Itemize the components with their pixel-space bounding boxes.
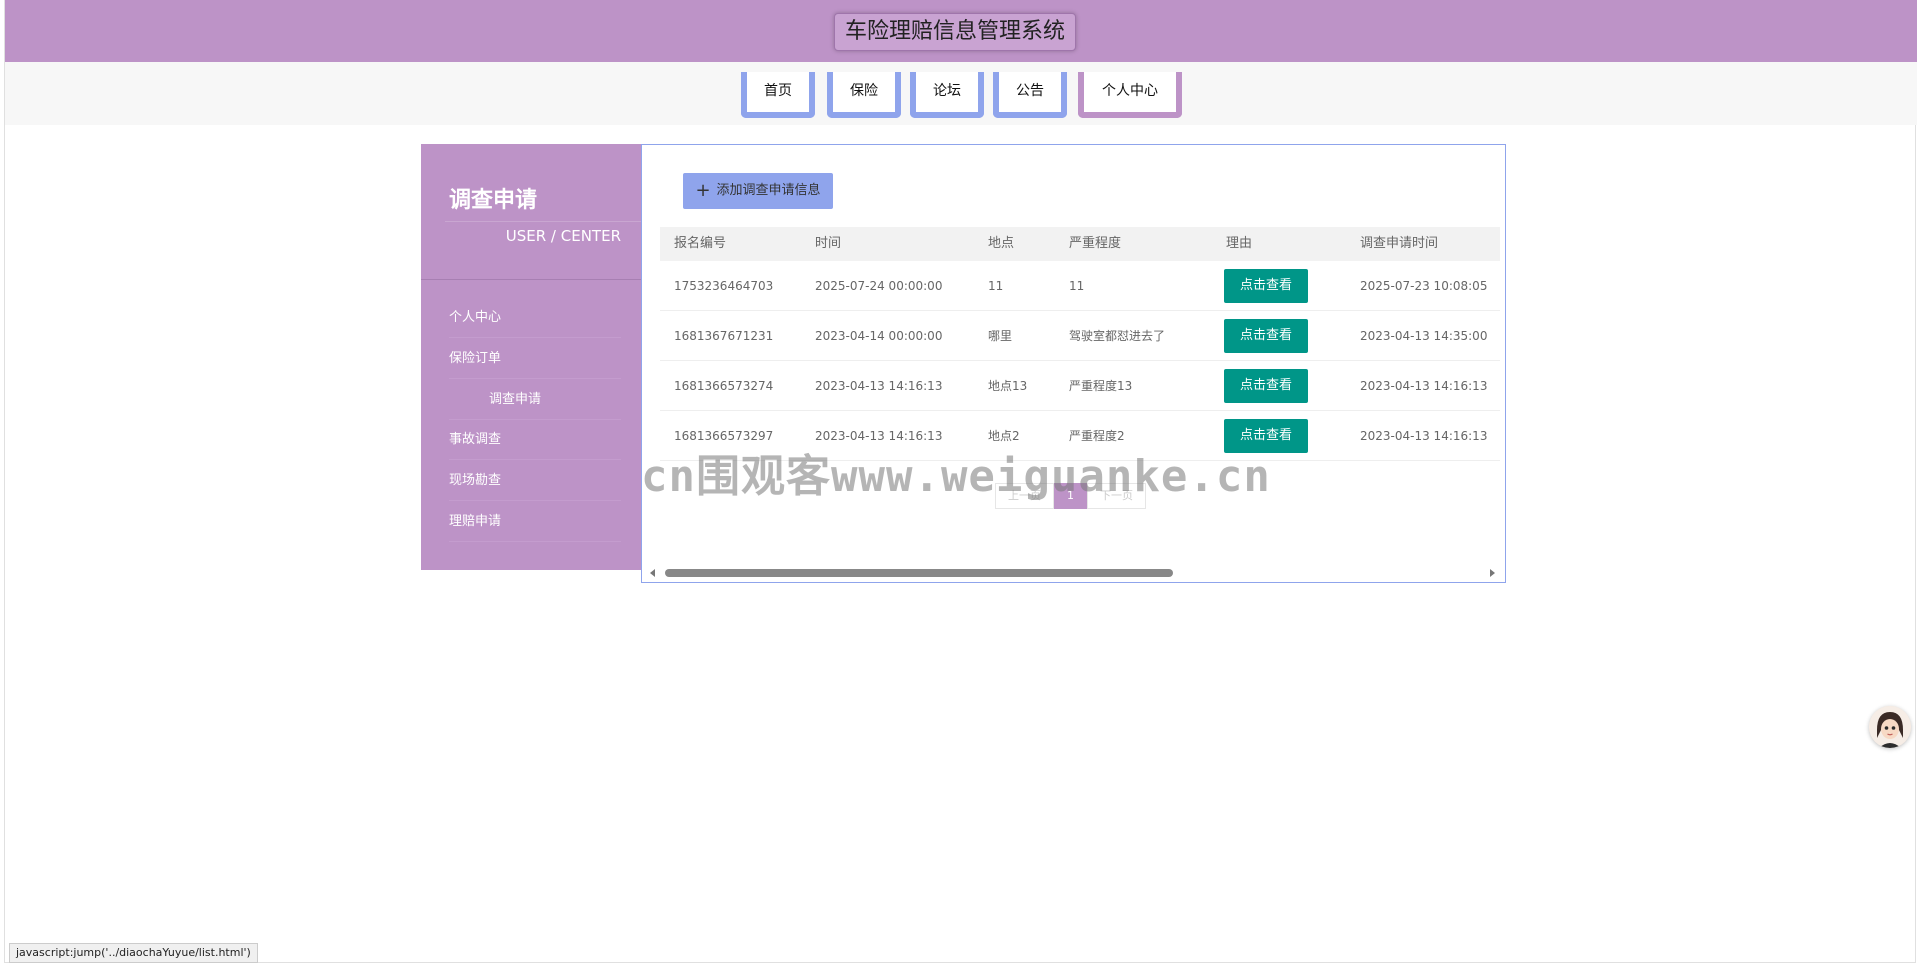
sidebar-item-investigation-apply[interactable]: 调查申请 <box>449 380 621 420</box>
table-header: 报名编号 时间 地点 严重程度 理由 调查申请时间 <box>660 227 1500 261</box>
cell-severity: 驾驶室都怼进去了 <box>1069 329 1166 343</box>
pagination: 上一页 1 下一页 <box>995 483 1146 509</box>
table-row: 1753236464703 2025-07-24 00:00:00 11 11 … <box>660 261 1500 311</box>
add-button-label: 添加调查申请信息 <box>716 183 821 198</box>
col-header-id: 报名编号 <box>674 236 727 251</box>
nav-item-personal-center[interactable]: 个人中心 <box>1078 72 1182 118</box>
sidebar-item-claim-apply[interactable]: 理赔申请 <box>449 502 621 542</box>
cell-apply-time: 2025-07-23 10:08:05 <box>1360 279 1488 293</box>
col-header-apply-time: 调查申请时间 <box>1360 236 1439 251</box>
nav-item-insurance[interactable]: 保险 <box>827 72 901 118</box>
cell-id: 1753236464703 <box>674 279 774 293</box>
table-row: 1681366573274 2023-04-13 14:16:13 地点13 严… <box>660 361 1500 411</box>
site-header: 车险理赔信息管理系统 <box>5 0 1917 62</box>
nav-item-forum[interactable]: 论坛 <box>910 72 984 118</box>
cell-id: 1681366573274 <box>674 379 774 393</box>
horizontal-scrollbar[interactable] <box>642 565 1505 582</box>
scrollbar-thumb[interactable] <box>665 569 1173 577</box>
view-reason-button[interactable]: 点击查看 <box>1224 369 1308 403</box>
cell-time: 2023-04-14 00:00:00 <box>815 329 943 343</box>
col-header-severity: 严重程度 <box>1069 236 1122 251</box>
cell-time: 2025-07-24 00:00:00 <box>815 279 943 293</box>
add-investigation-button[interactable]: + 添加调查申请信息 <box>683 173 833 209</box>
nav-item-home[interactable]: 首页 <box>741 72 815 118</box>
view-reason-button[interactable]: 点击查看 <box>1224 419 1308 453</box>
col-header-place: 地点 <box>988 236 1015 251</box>
next-page-button[interactable]: 下一页 <box>1087 483 1146 509</box>
sidebar-title: 调查申请 <box>449 188 538 213</box>
cell-severity: 严重程度13 <box>1069 379 1133 393</box>
sidebar-divider <box>421 279 641 280</box>
cell-apply-time: 2023-04-13 14:35:00 <box>1360 329 1488 343</box>
page-frame: 车险理赔信息管理系统 首页 保险 论坛 公告 个人中心 调查申请 USER / … <box>4 0 1917 963</box>
content-panel: + 添加调查申请信息 报名编号 时间 地点 严重程度 理由 调查申请时间 1753… <box>641 144 1506 583</box>
cell-id: 1681366573297 <box>674 429 774 443</box>
view-reason-button[interactable]: 点击查看 <box>1224 269 1308 303</box>
sidebar-item-site-survey[interactable]: 现场勘查 <box>449 461 621 501</box>
scroll-right-arrow-icon[interactable] <box>1490 569 1495 577</box>
table-row: 1681367671231 2023-04-14 00:00:00 哪里 驾驶室… <box>660 311 1500 361</box>
main-nav: 首页 保险 论坛 公告 个人中心 <box>5 62 1917 125</box>
status-bar-url: javascript:jump('../diaochaYuyue/list.ht… <box>9 943 258 963</box>
col-header-time: 时间 <box>815 236 842 251</box>
nav-item-notice[interactable]: 公告 <box>993 72 1067 118</box>
scroll-left-arrow-icon[interactable] <box>650 569 655 577</box>
cell-severity: 严重程度2 <box>1069 429 1125 443</box>
sidebar: 调查申请 USER / CENTER 个人中心 保险订单 调查申请 事故调查 现… <box>421 144 641 570</box>
site-title: 车险理赔信息管理系统 <box>834 13 1077 51</box>
assistant-avatar-icon[interactable] <box>1869 706 1911 748</box>
sidebar-item-insurance-orders[interactable]: 保险订单 <box>449 339 621 379</box>
cell-place: 地点2 <box>988 429 1020 443</box>
cell-place: 哪里 <box>988 329 1013 343</box>
cell-place: 地点13 <box>988 379 1028 393</box>
plus-icon: + <box>695 180 711 201</box>
cell-time: 2023-04-13 14:16:13 <box>815 379 943 393</box>
cell-time: 2023-04-13 14:16:13 <box>815 429 943 443</box>
sidebar-subtitle: USER / CENTER <box>445 221 641 251</box>
cell-apply-time: 2023-04-13 14:16:13 <box>1360 379 1488 393</box>
table-row: 1681366573297 2023-04-13 14:16:13 地点2 严重… <box>660 411 1500 461</box>
view-reason-button[interactable]: 点击查看 <box>1224 319 1308 353</box>
sidebar-item-personal-center[interactable]: 个人中心 <box>449 298 621 338</box>
prev-page-button[interactable]: 上一页 <box>995 483 1054 509</box>
col-header-reason: 理由 <box>1226 236 1253 251</box>
sidebar-item-accident-investigation[interactable]: 事故调查 <box>449 420 621 460</box>
cell-place: 11 <box>988 279 1004 293</box>
cell-apply-time: 2023-04-13 14:16:13 <box>1360 429 1488 443</box>
cell-severity: 11 <box>1069 279 1085 293</box>
page-number-current[interactable]: 1 <box>1054 483 1087 509</box>
cell-id: 1681367671231 <box>674 329 774 343</box>
